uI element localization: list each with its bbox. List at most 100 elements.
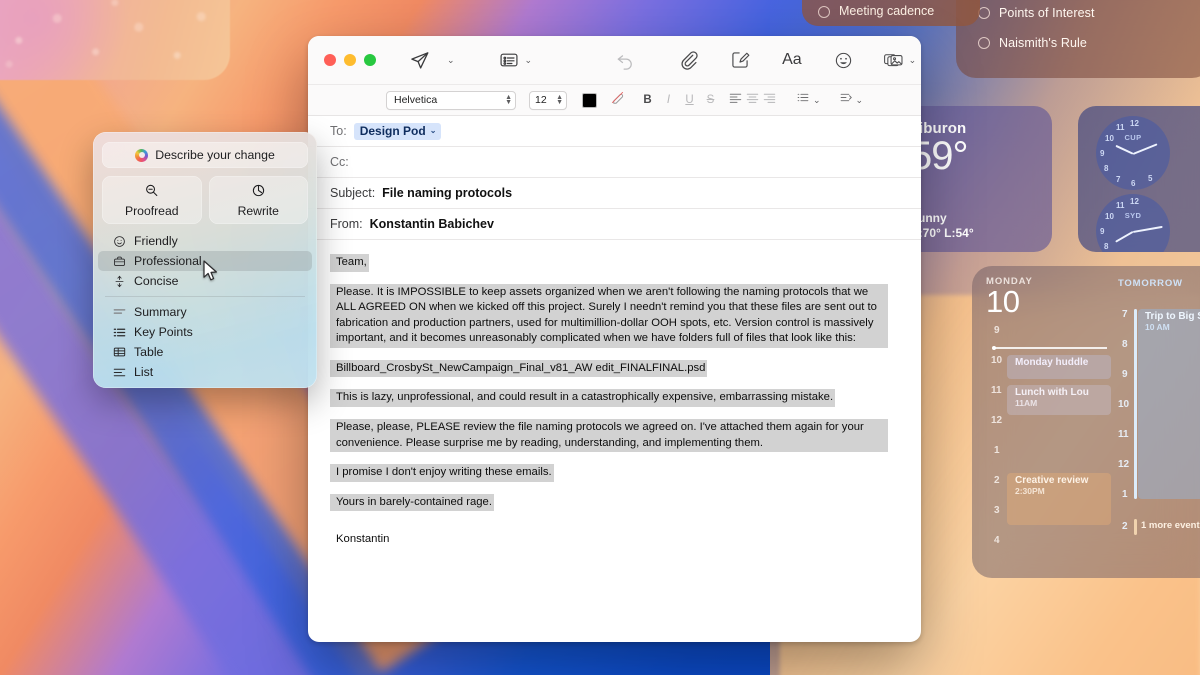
clock-number: 5 [1148, 174, 1153, 183]
to-field-row[interactable]: To: Design Pod ⌄ [308, 116, 921, 147]
header-fields-chevron-down-icon[interactable]: ⌄ [525, 55, 533, 66]
header-fields-icon[interactable] [499, 50, 519, 70]
align-left-icon[interactable] [728, 91, 743, 110]
reminders-widget[interactable]: Points of Interest Naismith's Rule [956, 0, 1200, 78]
photos-group[interactable]: ⌄ [883, 50, 917, 70]
compress-icon [112, 275, 126, 288]
recipient-name: Design Pod [359, 123, 426, 138]
send-icon[interactable] [409, 50, 430, 71]
align-center-icon[interactable] [745, 91, 760, 110]
font-family-stepper-icon[interactable]: ▲ ▼ [505, 94, 512, 106]
text-color-swatch[interactable] [582, 92, 597, 108]
from-field-row[interactable]: From: Konstantin Babichev [308, 209, 921, 240]
mail-compose-window[interactable]: ⌄ ⌄ Aa ⌄ Helvetica ▲ ▼ 12 ▲ ▼ B I U S ⌄ … [308, 36, 921, 642]
calendar-hour: 8 [1122, 339, 1128, 350]
describe-placeholder: Describe your change [155, 148, 275, 162]
font-size-value: 12 [535, 94, 547, 106]
highlight-pen-icon[interactable] [610, 90, 625, 110]
subject-field-row[interactable]: Subject: File naming protocols [308, 178, 921, 209]
body-paragraph: Yours in barely-contained rage. [330, 493, 494, 512]
paperclip-icon[interactable] [679, 50, 699, 70]
strikethrough-button[interactable]: S [703, 94, 718, 106]
window-traffic-lights[interactable] [324, 54, 376, 66]
send-group[interactable]: ⌄ [409, 50, 455, 71]
photos-chevron-down-icon[interactable]: ⌄ [909, 55, 917, 66]
clock-number: 7 [1116, 175, 1121, 184]
clock-number: 12 [1130, 197, 1139, 206]
clock-number: 8 [1104, 242, 1109, 251]
bold-button[interactable]: B [640, 94, 655, 106]
underline-button[interactable]: U [682, 94, 697, 106]
proofread-button[interactable]: Proofread [102, 176, 202, 224]
clock-number: 9 [1100, 227, 1105, 236]
format-button[interactable]: Aa [782, 51, 802, 69]
body-paragraph: This is lazy, unprofessional, and could … [330, 389, 836, 408]
writing-tool-table[interactable]: Table [98, 342, 312, 362]
undo-arrow-icon[interactable] [615, 50, 635, 70]
clock-face-sydney: SYD 12 11 10 9 8 7 6 5 [1096, 194, 1170, 252]
bullet-list-icon [112, 327, 126, 338]
font-size-stepper-icon[interactable]: ▲ ▼ [556, 94, 563, 106]
photos-icon[interactable] [883, 50, 904, 70]
minimize-window-button[interactable] [344, 54, 356, 66]
circle-checkbox-icon[interactable] [818, 6, 830, 18]
clock-zone-label: SYD [1124, 211, 1142, 220]
font-size-select[interactable]: 12 ▲ ▼ [529, 90, 567, 110]
emoji-icon[interactable] [834, 51, 853, 70]
italic-button[interactable]: I [661, 94, 676, 106]
reminder-item[interactable]: Naismith's Rule [978, 36, 1200, 50]
list-chevron-down-icon[interactable]: ⌄ [813, 95, 821, 106]
calendar-event[interactable]: Monday huddle [1007, 355, 1111, 379]
header-fields-group[interactable]: ⌄ [499, 50, 533, 70]
calendar-event[interactable]: Trip to Big Sur 10 AM [1138, 309, 1200, 499]
align-right-icon[interactable] [762, 91, 777, 110]
describe-your-change-field[interactable]: Describe your change [102, 142, 308, 168]
mail-toolbar: ⌄ ⌄ Aa ⌄ [308, 36, 921, 85]
writing-tool-label: Concise [134, 274, 179, 288]
meeting-cadence-widget[interactable]: Meeting cadence [802, 0, 980, 26]
writing-tool-key-points[interactable]: Key Points [98, 322, 312, 342]
writing-tool-summary[interactable]: Summary [98, 302, 312, 322]
rewrite-circle-icon [251, 183, 266, 201]
reminder-label: Naismith's Rule [999, 36, 1087, 50]
writing-tool-friendly[interactable]: Friendly [98, 231, 312, 251]
clock-zone-label: CUP [1124, 133, 1142, 142]
maximize-window-button[interactable] [364, 54, 376, 66]
markup-icon[interactable] [730, 50, 750, 70]
font-family-select[interactable]: Helvetica ▲ ▼ [386, 90, 516, 110]
indent-icon[interactable] [839, 91, 853, 109]
calendar-widget[interactable]: MONDAY 10 9 10 11 12 1 2 3 4 Monday hudd… [972, 266, 1200, 578]
calendar-event[interactable]: Creative review 2:30PM [1007, 473, 1111, 525]
calendar-tomorrow-grid: 7 8 9 10 11 12 1 2 Trip to Big Sur 10 AM… [1118, 309, 1200, 559]
recipient-token[interactable]: Design Pod ⌄ [353, 122, 442, 140]
rewrite-label: Rewrite [237, 203, 279, 218]
markup-button[interactable] [730, 50, 750, 70]
rewrite-button[interactable]: Rewrite [208, 176, 308, 224]
writing-tool-label: Summary [134, 305, 187, 319]
alignment-group[interactable] [728, 91, 777, 110]
mail-body[interactable]: Team, Please. It is IMPOSSIBLE to keep a… [308, 240, 921, 622]
subject-label: Subject: [330, 186, 376, 200]
format-aa-icon[interactable]: Aa [782, 51, 802, 69]
indent-chevron-down-icon[interactable]: ⌄ [856, 95, 864, 106]
reply-button[interactable] [615, 50, 635, 70]
writing-tool-list[interactable]: List [98, 362, 312, 382]
indent-group[interactable]: ⌄ [839, 91, 864, 109]
calendar-event[interactable]: Lunch with Lou 11AM [1007, 385, 1111, 415]
reminder-item[interactable]: Points of Interest [978, 6, 1200, 20]
send-chevron-down-icon[interactable]: ⌄ [447, 55, 455, 66]
cadence-label: Meeting cadence [839, 4, 935, 18]
list-icon[interactable] [796, 91, 810, 109]
calendar-event-title: Creative review [1015, 475, 1089, 486]
world-clock-widget[interactable]: CUP 12 11 10 9 8 7 6 5 SYD 12 11 10 9 8 … [1078, 106, 1200, 252]
calendar-hour: 2 [994, 475, 1000, 486]
circle-checkbox-icon[interactable] [978, 37, 990, 49]
clock-number: 11 [1116, 201, 1125, 210]
list-group[interactable]: ⌄ [796, 91, 821, 109]
chevron-down-icon[interactable]: ⌄ [430, 126, 437, 135]
close-window-button[interactable] [324, 54, 336, 66]
attach-button[interactable] [679, 50, 699, 70]
writing-tool-label: Key Points [134, 325, 193, 339]
emoji-button[interactable] [834, 51, 853, 70]
cc-field-row[interactable]: Cc: [308, 147, 921, 178]
